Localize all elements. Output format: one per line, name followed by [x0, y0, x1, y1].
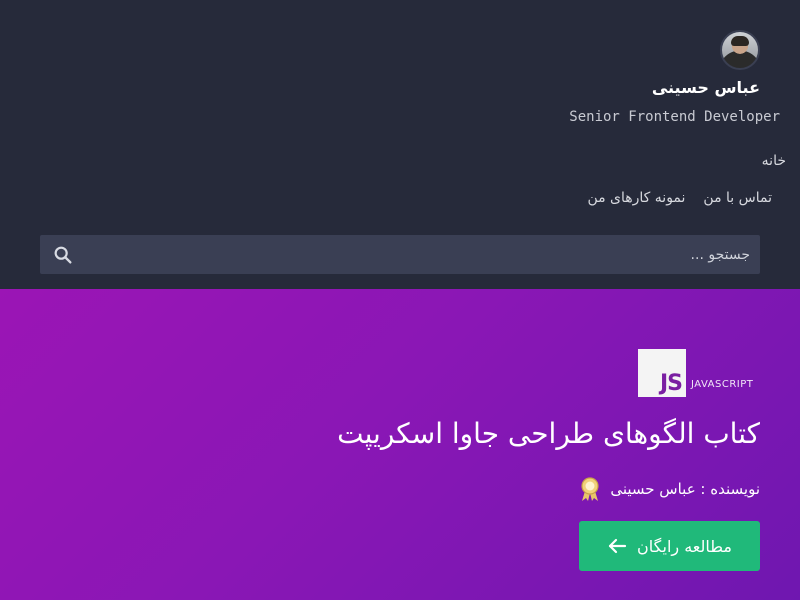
nav-item-home[interactable]: خانه [762, 153, 786, 169]
award-badge-icon [581, 477, 599, 501]
avatar[interactable] [720, 30, 760, 70]
profile-name: عباس حسینی [651, 78, 760, 97]
search-bar [40, 235, 760, 274]
hero-title: کتاب الگوهای طراحی جاوا اسکریپت [337, 417, 760, 450]
read-free-button[interactable]: مطالعه رایگان [579, 521, 760, 571]
nav-item-contact[interactable]: تماس با من [703, 190, 772, 206]
nav-item-portfolio[interactable]: نمونه کارهای من [587, 190, 685, 206]
read-free-label: مطالعه رایگان [637, 536, 732, 556]
author-line: نویسنده : عباس حسینی [578, 476, 760, 502]
hero-section: JS JAVASCRIPT کتاب الگوهای طراحی جاوا اس… [0, 289, 800, 600]
arrow-left-icon [608, 538, 627, 554]
logo-text: JS [659, 371, 683, 396]
search-icon[interactable] [52, 244, 74, 266]
author-text: نویسنده : عباس حسینی [610, 480, 760, 498]
javascript-logo: JS [638, 349, 686, 397]
search-input[interactable] [80, 235, 750, 274]
site-header: عباس حسینی Senior Frontend Developer خان… [0, 0, 800, 289]
profile-role: Senior Frontend Developer [569, 109, 780, 125]
category-label: JAVASCRIPT [691, 379, 754, 390]
nav-menu: نمونه کارهای من تماس با من [587, 190, 772, 206]
